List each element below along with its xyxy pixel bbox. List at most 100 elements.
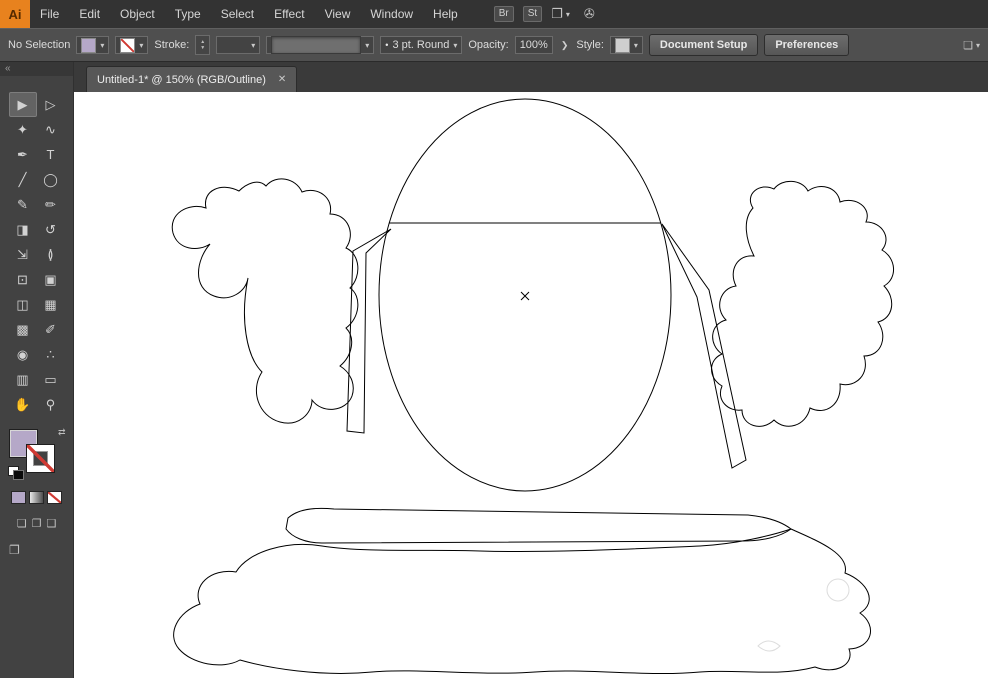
draw-inside-icon[interactable]: ❑: [46, 517, 56, 530]
opacity-label: Opacity:: [468, 39, 509, 51]
stroke-weight-stepper[interactable]: ▲ ▼: [195, 35, 211, 55]
brush-name: 3 pt. Round: [392, 39, 450, 51]
fill-swatch-icon: [81, 37, 97, 53]
paintbrush-tool[interactable]: ✎: [9, 192, 37, 217]
type-tool[interactable]: T: [37, 142, 65, 167]
menu-select[interactable]: Select: [211, 0, 264, 28]
default-fill-stroke-icon[interactable]: [7, 466, 24, 480]
workspace-switcher[interactable]: ❐ ▾: [551, 6, 570, 22]
free-transform-tool[interactable]: ⊡: [9, 267, 37, 292]
style-select[interactable]: ▾: [609, 36, 643, 54]
artwork-left-strip[interactable]: [346, 228, 392, 434]
artwork-svg: [171, 98, 894, 675]
illustrator-window: Ai File Edit Object Type Select Effect V…: [0, 0, 988, 678]
artwork-ground[interactable]: [173, 528, 871, 675]
width-tool[interactable]: ≬: [37, 242, 65, 267]
stepper-down-icon: ▼: [200, 45, 206, 51]
pencil-tool[interactable]: ✏: [37, 192, 65, 217]
arrange-options-button[interactable]: ❏ ▾: [963, 39, 980, 52]
arrange-icon: ❏: [963, 39, 973, 52]
screen-mode-icon[interactable]: ❐: [9, 543, 20, 557]
artwork-left-arm[interactable]: [171, 178, 359, 424]
style-label: Style:: [576, 39, 604, 51]
cs-live-button[interactable]: ✇: [584, 6, 595, 22]
magic-wand-tool[interactable]: ✦: [9, 117, 37, 142]
artwork-ellipse[interactable]: [378, 98, 672, 492]
swap-fill-stroke-icon[interactable]: ⇄: [58, 427, 66, 438]
workspace-icon: ❐: [551, 6, 563, 21]
document-tab-bar: Untitled-1* @ 150% (RGB/Outline) ✕: [74, 62, 988, 92]
stroke-swatch-none[interactable]: [25, 444, 55, 473]
stroke-label: Stroke:: [154, 39, 190, 51]
menu-view[interactable]: View: [315, 0, 361, 28]
eyedropper-tool[interactable]: ✐: [37, 317, 65, 342]
menu-window[interactable]: Window: [360, 0, 423, 28]
direct-selection-tool[interactable]: ▷: [37, 92, 65, 117]
brush-definition-select[interactable]: • 3 pt. Round ▾: [380, 36, 463, 54]
stroke-color-picker[interactable]: ▾: [115, 36, 149, 54]
stroke-weight-select[interactable]: ▾: [216, 36, 261, 54]
ellipse-tool[interactable]: ◯: [37, 167, 65, 192]
menu-file[interactable]: File: [30, 0, 69, 28]
chevron-down-icon: ▾: [975, 40, 980, 50]
lasso-tool[interactable]: ∿: [37, 117, 65, 142]
app-logo: Ai: [0, 0, 30, 28]
menu-object[interactable]: Object: [110, 0, 165, 28]
brush-dot-icon: •: [385, 40, 389, 50]
chevron-down-icon: ▾: [565, 9, 570, 19]
stock-button[interactable]: St: [522, 6, 543, 22]
shape-builder-tool[interactable]: ▣: [37, 267, 65, 292]
opacity-panel-arrow-icon[interactable]: ❯: [559, 40, 571, 51]
draw-normal-icon[interactable]: ❏: [17, 517, 27, 530]
pen-tool[interactable]: ✒: [9, 142, 37, 167]
rotate-tool[interactable]: ↺: [37, 217, 65, 242]
tools-panel-header[interactable]: «: [0, 62, 73, 76]
document-tab[interactable]: Untitled-1* @ 150% (RGB/Outline) ✕: [86, 66, 298, 92]
tools-grid: ▶ ▷ ✦ ∿ ✒ T ╱ ◯ ✎ ✏ ◨ ↺ ⇲ ≬ ⊡ ▣ ◫ ▦ ▩ ✐ …: [0, 92, 73, 417]
scale-tool[interactable]: ⇲: [9, 242, 37, 267]
menu-type[interactable]: Type: [165, 0, 211, 28]
screen-mode-row: ❐: [0, 543, 73, 557]
watermark-marks: [757, 578, 850, 652]
eraser-tool[interactable]: ◨: [9, 217, 37, 242]
chevron-down-icon: ▾: [365, 40, 370, 50]
gradient-tool[interactable]: ▩: [9, 317, 37, 342]
selection-status: No Selection: [8, 39, 71, 51]
selection-tool[interactable]: ▶: [8, 92, 37, 117]
style-swatch-icon: [614, 37, 630, 53]
opacity-input[interactable]: 100%: [514, 36, 553, 54]
chevron-down-icon: ▾: [139, 40, 144, 50]
artboard-canvas[interactable]: [74, 92, 988, 678]
color-button[interactable]: [11, 491, 26, 504]
bridge-button[interactable]: Br: [493, 6, 514, 22]
drawing-mode-buttons: ❏ ❐ ❑: [0, 517, 73, 530]
artwork-right-arm[interactable]: [711, 180, 894, 427]
perspective-grid-tool[interactable]: ◫: [9, 292, 37, 317]
default-stroke-mini: [12, 470, 24, 480]
menubar: Ai File Edit Object Type Select Effect V…: [0, 0, 988, 28]
menu-effect[interactable]: Effect: [264, 0, 314, 28]
mesh-tool[interactable]: ▦: [37, 292, 65, 317]
gradient-button[interactable]: [29, 491, 44, 504]
blend-tool[interactable]: ◉: [9, 342, 37, 367]
artwork-right-strip[interactable]: [661, 223, 747, 469]
menu-help[interactable]: Help: [423, 0, 468, 28]
column-graph-tool[interactable]: ▥: [9, 367, 37, 392]
draw-behind-icon[interactable]: ❐: [32, 517, 42, 530]
symbol-sprayer-tool[interactable]: ∴: [37, 342, 65, 367]
artwork-base-board[interactable]: [285, 507, 792, 544]
preferences-button[interactable]: Preferences: [764, 34, 850, 56]
zoom-tool[interactable]: ⚲: [37, 392, 65, 417]
variable-width-profile-select[interactable]: ▾: [266, 36, 375, 54]
artboard-tool[interactable]: ▭: [37, 367, 65, 392]
chevron-down-icon: ▾: [633, 40, 638, 50]
width-profile-preview: [271, 36, 362, 54]
hand-tool[interactable]: ✋: [9, 392, 37, 417]
fill-color-picker[interactable]: ▾: [76, 36, 110, 54]
line-segment-tool[interactable]: ╱: [9, 167, 37, 192]
tools-panel: « ▶ ▷ ✦ ∿ ✒ T ╱ ◯ ✎ ✏ ◨ ↺ ⇲ ≬ ⊡ ▣ ◫ ▦ ▩ …: [0, 62, 74, 678]
menu-edit[interactable]: Edit: [69, 0, 110, 28]
document-setup-button[interactable]: Document Setup: [648, 34, 759, 56]
close-icon[interactable]: ✕: [278, 74, 286, 85]
none-button[interactable]: [47, 491, 62, 504]
